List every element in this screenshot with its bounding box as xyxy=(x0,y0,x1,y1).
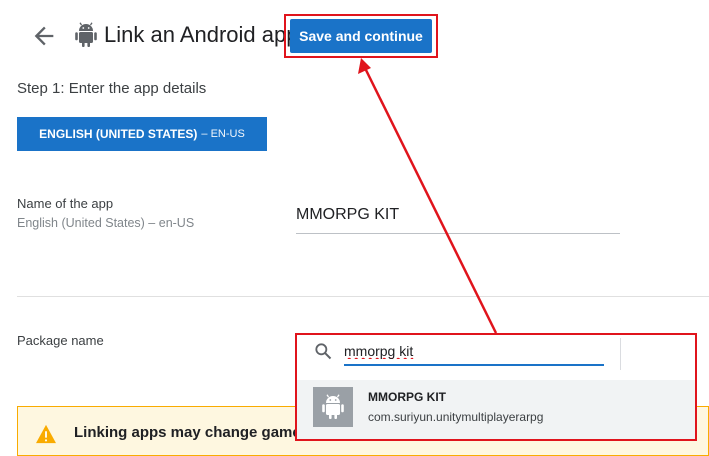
save-and-continue-button[interactable]: Save and continue xyxy=(290,19,432,53)
search-icon xyxy=(315,343,332,360)
search-input-underline xyxy=(344,364,604,366)
language-tab-en-us[interactable]: ENGLISH (UNITED STATES) – EN-US xyxy=(17,117,267,151)
app-name-label: Name of the app xyxy=(17,196,114,211)
app-name-input-underline xyxy=(296,233,620,234)
package-name-label: Package name xyxy=(17,333,104,348)
search-separator xyxy=(620,338,621,370)
warning-text: Linking apps may change game xyxy=(74,424,301,441)
language-tab-label: ENGLISH (UNITED STATES) xyxy=(39,127,198,141)
warning-icon xyxy=(36,424,56,444)
section-divider xyxy=(17,296,709,297)
step-label: Step 1: Enter the app details xyxy=(17,80,207,97)
back-arrow-icon[interactable] xyxy=(30,22,58,50)
package-search-input[interactable] xyxy=(344,341,600,361)
result-app-thumbnail xyxy=(313,387,353,427)
android-icon xyxy=(322,394,344,419)
android-icon xyxy=(75,22,97,47)
page-title: Link an Android app xyxy=(104,22,299,47)
app-name-input[interactable]: MMORPG KIT xyxy=(296,206,399,224)
app-name-sublabel: English (United States) – en-US xyxy=(17,216,195,230)
result-app-title: MMORPG KIT xyxy=(368,390,446,404)
result-package-name: com.suriyun.unitymultiplayerarpg xyxy=(368,410,544,424)
language-tab-code: – EN-US xyxy=(201,128,245,140)
